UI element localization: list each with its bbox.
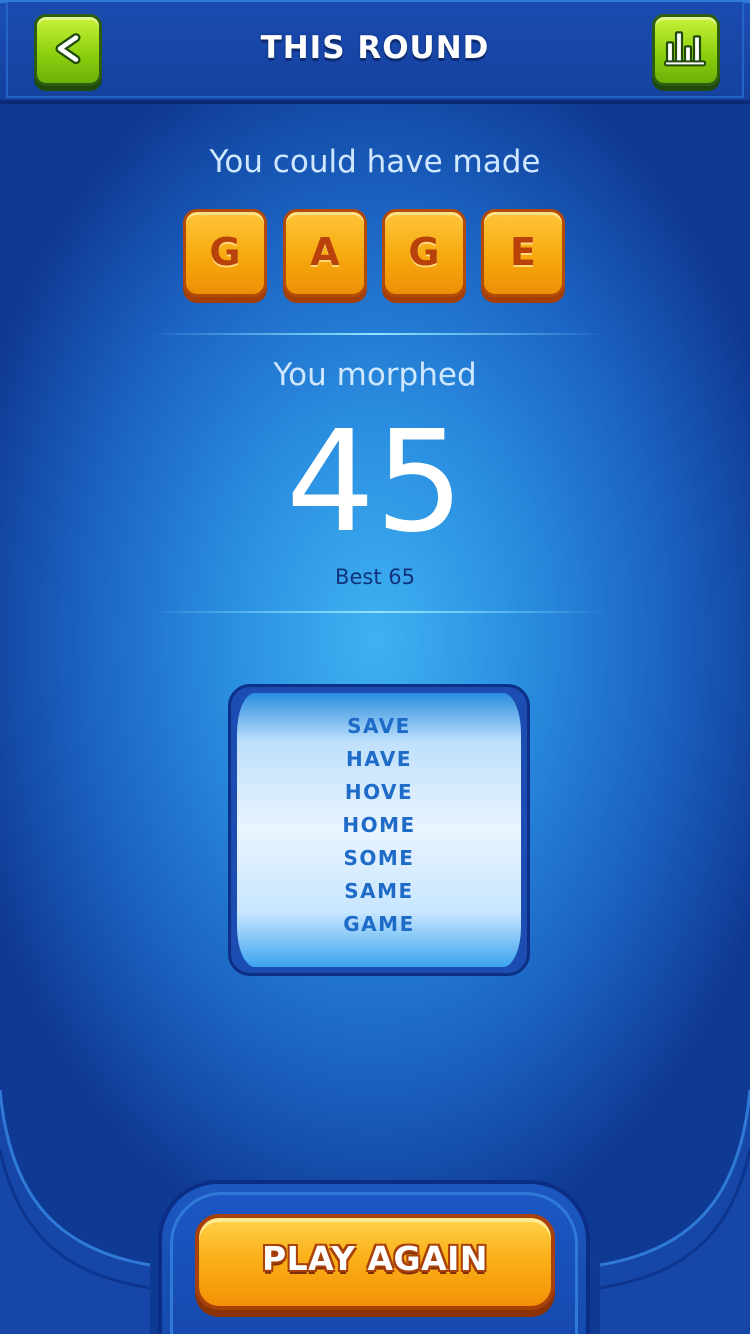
morph-score: 45 bbox=[285, 401, 465, 564]
back-button[interactable] bbox=[34, 14, 102, 86]
play-again-label: PLAY AGAIN bbox=[261, 1239, 489, 1278]
tile-letter: A bbox=[310, 230, 340, 274]
game-screen: THIS ROUND You could have made G A G E Y… bbox=[0, 0, 750, 1334]
word-item: HOVE bbox=[344, 780, 414, 804]
word-item: GAME bbox=[343, 912, 415, 936]
could-have-made-label: You could have made bbox=[209, 144, 541, 180]
word-list: SAVE HAVE HOVE HOME SOME SAME GAME bbox=[237, 713, 521, 944]
tile-letter: G bbox=[408, 230, 440, 274]
chevron-left-icon bbox=[55, 33, 81, 65]
bar-chart-icon bbox=[664, 31, 706, 67]
answer-tiles: G A G E bbox=[183, 209, 573, 299]
word-item: HOME bbox=[342, 813, 416, 837]
divider-bottom bbox=[150, 611, 605, 613]
play-again-button[interactable]: PLAY AGAIN bbox=[195, 1214, 555, 1310]
letter-tile: G bbox=[382, 209, 466, 297]
page-title: THIS ROUND bbox=[260, 30, 490, 66]
word-item: SAVE bbox=[347, 714, 411, 738]
word-list-scroll[interactable]: SAVE HAVE HOVE HOME SOME SAME GAME bbox=[237, 693, 521, 967]
word-list-panel: SAVE HAVE HOVE HOME SOME SAME GAME bbox=[228, 684, 530, 976]
word-item: SOME bbox=[343, 846, 415, 870]
tile-letter: E bbox=[510, 230, 536, 274]
letter-tile: E bbox=[481, 209, 565, 297]
tile-letter: G bbox=[209, 230, 241, 274]
best-score: Best 65 bbox=[335, 565, 415, 589]
letter-tile: G bbox=[183, 209, 267, 297]
word-item: HAVE bbox=[346, 747, 412, 771]
morphed-label: You morphed bbox=[273, 357, 477, 393]
letter-tile: A bbox=[283, 209, 367, 297]
word-item: SAME bbox=[344, 879, 414, 903]
stats-button[interactable] bbox=[652, 14, 720, 86]
divider-top bbox=[150, 333, 605, 335]
